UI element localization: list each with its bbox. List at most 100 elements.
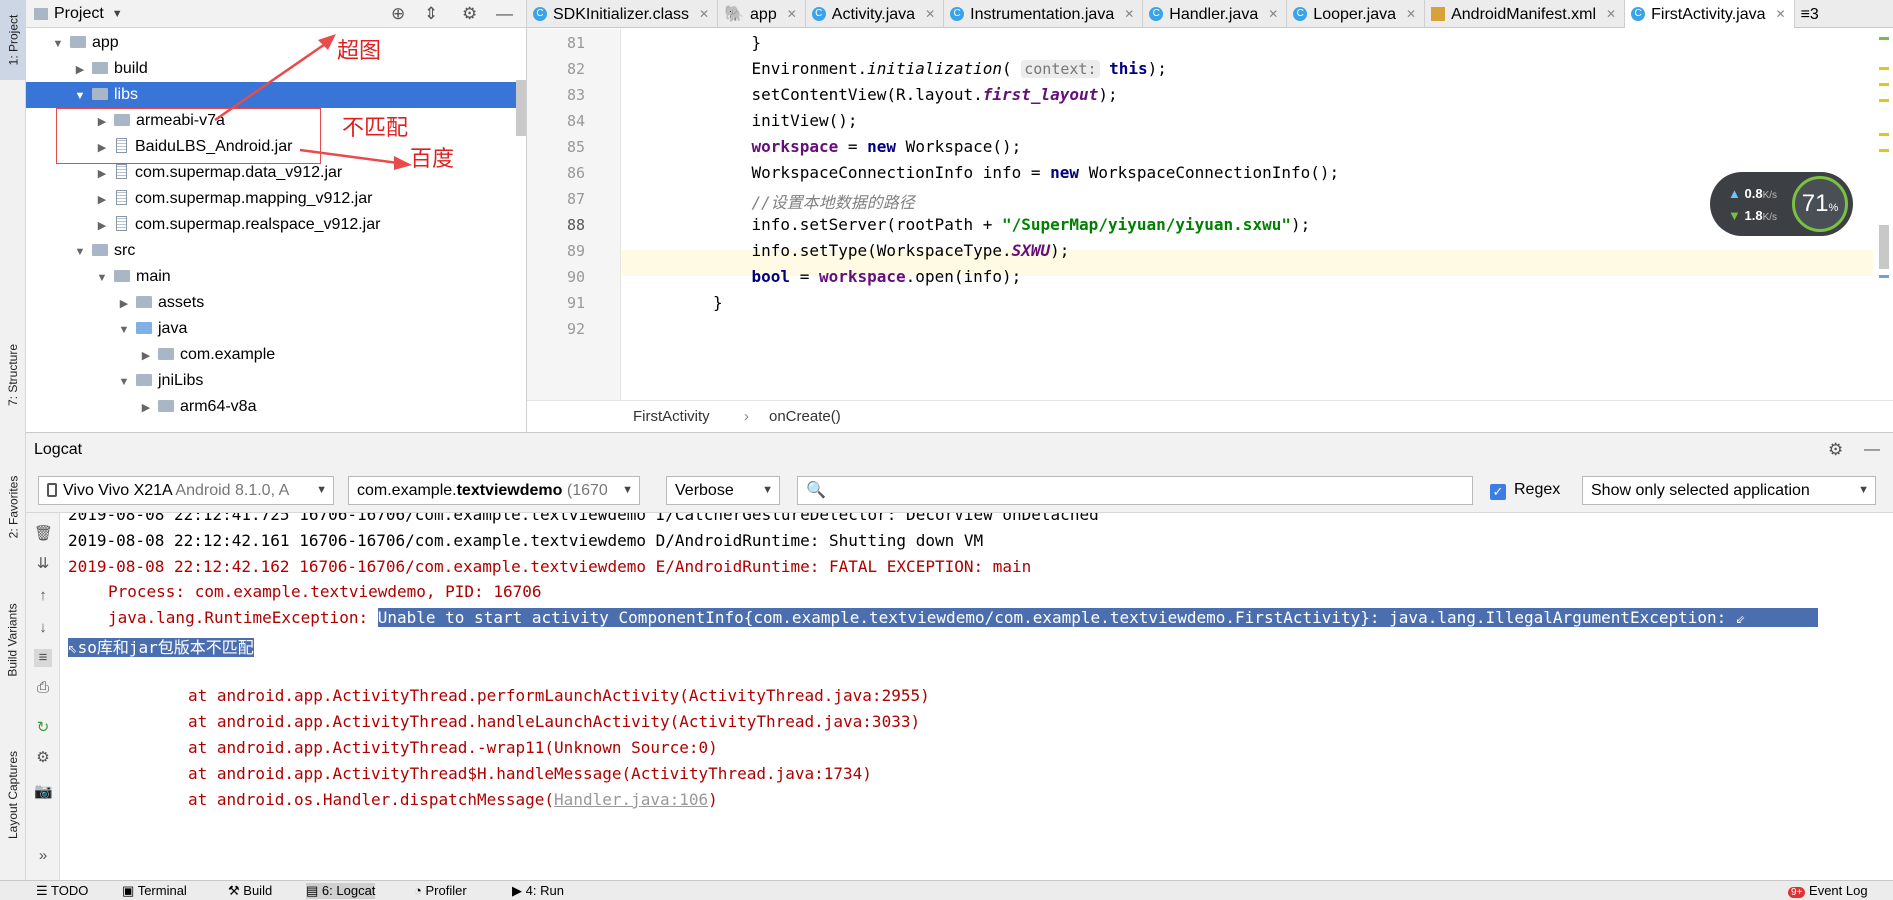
regex-checkbox[interactable]: ✓ xyxy=(1490,484,1506,500)
project-view-label[interactable]: Project xyxy=(54,5,104,23)
tree-item-java[interactable]: ▼ java xyxy=(26,316,526,342)
tab-handler[interactable]: C Handler.java ✕ xyxy=(1143,0,1288,28)
tool-window-logcat[interactable]: ▤ 6: Logcat xyxy=(306,883,376,899)
tool-window-terminal[interactable]: ▣ Terminal xyxy=(122,883,187,899)
code-line: Environment.initialization( context: thi… xyxy=(713,59,1167,78)
tool-window-todo[interactable]: ☰ TODO xyxy=(36,883,88,899)
search-input[interactable]: 🔍 xyxy=(797,476,1473,505)
tree-item-arm64-v8a[interactable]: ▶ arm64-v8a xyxy=(26,394,526,420)
filter-select[interactable]: Show only selected application ▼ xyxy=(1582,476,1876,505)
minimize-icon[interactable]: — xyxy=(1864,433,1880,467)
chevron-down-icon[interactable]: ▼ xyxy=(118,369,130,395)
chevron-down-icon[interactable]: ▼ xyxy=(762,477,773,504)
tree-label: libs xyxy=(114,86,139,103)
chevron-right-icon[interactable]: ▶ xyxy=(140,343,152,369)
trash-icon[interactable]: 🗑 xyxy=(34,525,53,543)
chevron-right-icon[interactable]: ▶ xyxy=(96,213,108,239)
tree-item-app[interactable]: ▼ app xyxy=(26,30,526,56)
chevron-right-icon[interactable]: ▶ xyxy=(74,57,86,83)
close-icon[interactable]: ✕ xyxy=(925,1,935,28)
tab-instrumentation[interactable]: C Instrumentation.java ✕ xyxy=(944,0,1144,28)
source-link[interactable]: Handler.java:106 xyxy=(554,790,708,809)
error-stripe[interactable] xyxy=(1873,29,1893,400)
tree-item-com-example[interactable]: ▶ com.example xyxy=(26,342,526,368)
close-icon[interactable]: ✕ xyxy=(699,1,709,28)
breadcrumb-method[interactable]: onCreate() xyxy=(769,401,841,433)
chevron-right-icon[interactable]: ▶ xyxy=(96,161,108,187)
chevron-down-icon[interactable]: ▼ xyxy=(112,8,123,20)
chevron-down-icon[interactable]: ▼ xyxy=(1858,477,1869,504)
tab-sdkinitializer[interactable]: C SDKInitializer.class ✕ xyxy=(527,0,719,28)
minimize-icon[interactable]: — xyxy=(496,4,513,24)
tab-activity[interactable]: C Activity.java ✕ xyxy=(806,0,945,28)
logcat-icon: ▤ xyxy=(306,883,319,898)
close-icon[interactable]: ✕ xyxy=(1124,1,1134,28)
locate-icon[interactable]: ⊕ xyxy=(391,4,405,24)
tree-item-libs[interactable]: ▼ libs xyxy=(26,82,526,108)
soft-wrap-icon[interactable]: ≡ xyxy=(34,649,52,667)
tool-tab-layout-captures[interactable]: Layout Captures xyxy=(0,740,26,850)
log-level-select[interactable]: Verbose ▼ xyxy=(666,476,780,505)
tab-looper[interactable]: C Looper.java ✕ xyxy=(1287,0,1426,28)
close-icon[interactable]: ✕ xyxy=(1406,1,1416,28)
process-select[interactable]: com.example.textviewdemo (1670 ▼ xyxy=(348,476,640,505)
tool-window-run[interactable]: ▶ 4: Run xyxy=(512,883,564,899)
chevron-down-icon[interactable]: ▼ xyxy=(52,31,64,57)
tool-tab-project[interactable]: 1: Project xyxy=(0,0,26,80)
editor-scroll-thumb[interactable] xyxy=(1879,225,1889,269)
scroll-to-end-icon[interactable]: ⇊ xyxy=(34,555,52,573)
gear-icon[interactable]: ⚙ xyxy=(462,4,477,24)
tree-item-main[interactable]: ▼ main xyxy=(26,264,526,290)
tool-window-profiler[interactable]: ◔ Profiler xyxy=(414,883,467,898)
screenshot-icon[interactable]: 📷 xyxy=(34,783,53,801)
logcat-output[interactable]: 2019-08-08 22:12:41.725 16706-16706/com.… xyxy=(60,513,1893,881)
more-icon[interactable]: » xyxy=(34,847,52,865)
close-icon[interactable]: ✕ xyxy=(1268,1,1278,28)
close-icon[interactable]: ✕ xyxy=(1606,1,1616,28)
tree-item-assets[interactable]: ▶ assets xyxy=(26,290,526,316)
tab-firstactivity[interactable]: C FirstActivity.java ✕ xyxy=(1625,0,1795,28)
chevron-right-icon[interactable]: ▶ xyxy=(140,395,152,421)
tool-tab-favorites[interactable]: 2: Favorites xyxy=(0,462,26,552)
tool-window-build[interactable]: ⚒ Build xyxy=(228,883,272,899)
print-icon[interactable]: ⎙ xyxy=(34,679,52,697)
chevron-right-icon[interactable]: ▶ xyxy=(118,291,130,317)
chevron-down-icon[interactable]: ▼ xyxy=(74,239,86,265)
collapse-icon[interactable]: ⇕ xyxy=(424,4,438,24)
chevron-down-icon[interactable]: ▼ xyxy=(118,317,130,343)
arrow-down-icon[interactable]: ↓ xyxy=(34,619,52,637)
gear-icon[interactable]: ⚙ xyxy=(1828,433,1843,467)
chevron-down-icon[interactable]: ▼ xyxy=(622,477,633,504)
line-number: 86 xyxy=(566,164,585,182)
project-scrollbar[interactable] xyxy=(516,80,526,136)
chevron-down-icon[interactable]: ▼ xyxy=(96,265,108,291)
tab-overflow[interactable]: ≡3 xyxy=(1795,0,1827,28)
tree-item-supermap-mapping-jar[interactable]: ▶ com.supermap.mapping_v912.jar xyxy=(26,186,526,212)
tree-item-src[interactable]: ▼ src xyxy=(26,238,526,264)
tab-androidmanifest[interactable]: AndroidManifest.xml ✕ xyxy=(1425,0,1626,28)
tab-overflow-label: ≡3 xyxy=(1800,5,1819,23)
chevron-right-icon[interactable]: ▶ xyxy=(96,187,108,213)
tree-item-build[interactable]: ▶ build xyxy=(26,56,526,82)
tree-item-supermap-realspace-jar[interactable]: ▶ com.supermap.realspace_v912.jar xyxy=(26,212,526,238)
tree-item-jnilibs[interactable]: ▼ jniLibs xyxy=(26,368,526,394)
close-icon[interactable]: ✕ xyxy=(787,1,797,28)
gear-icon[interactable]: ⚙ xyxy=(34,749,52,767)
tool-tab-build-variants[interactable]: Build Variants xyxy=(0,590,26,690)
chevron-down-icon[interactable]: ▼ xyxy=(316,477,327,504)
arrow-up-icon[interactable]: ↑ xyxy=(34,587,52,605)
tab-app[interactable]: 🐘 app ✕ xyxy=(718,0,806,28)
restart-icon[interactable]: ↻ xyxy=(34,719,52,737)
code-editor[interactable]: 81 82 83 84 85 86 87 88 89 90 91 92 } En… xyxy=(527,29,1893,432)
device-select[interactable]: Vivo Vivo X21A Android 8.1.0, A ▼ xyxy=(38,476,334,505)
line-number: 82 xyxy=(566,60,585,78)
breadcrumb-class[interactable]: FirstActivity xyxy=(633,401,710,433)
warning-mark xyxy=(1879,83,1889,86)
network-speed-widget[interactable]: ▲ 0.8K/s ▼ 1.8K/s 71% xyxy=(1710,172,1853,236)
chevron-down-icon[interactable]: ▼ xyxy=(74,83,86,109)
stack-frame: at android.app.ActivityThread.handleLaun… xyxy=(188,712,921,731)
log-line: 2019-08-08 22:12:42.161 16706-16706/com.… xyxy=(68,531,984,550)
tool-tab-structure[interactable]: 7: Structure xyxy=(0,330,26,420)
event-log[interactable]: 9+ Event Log xyxy=(1788,883,1868,898)
close-icon[interactable]: ✕ xyxy=(1776,1,1786,28)
